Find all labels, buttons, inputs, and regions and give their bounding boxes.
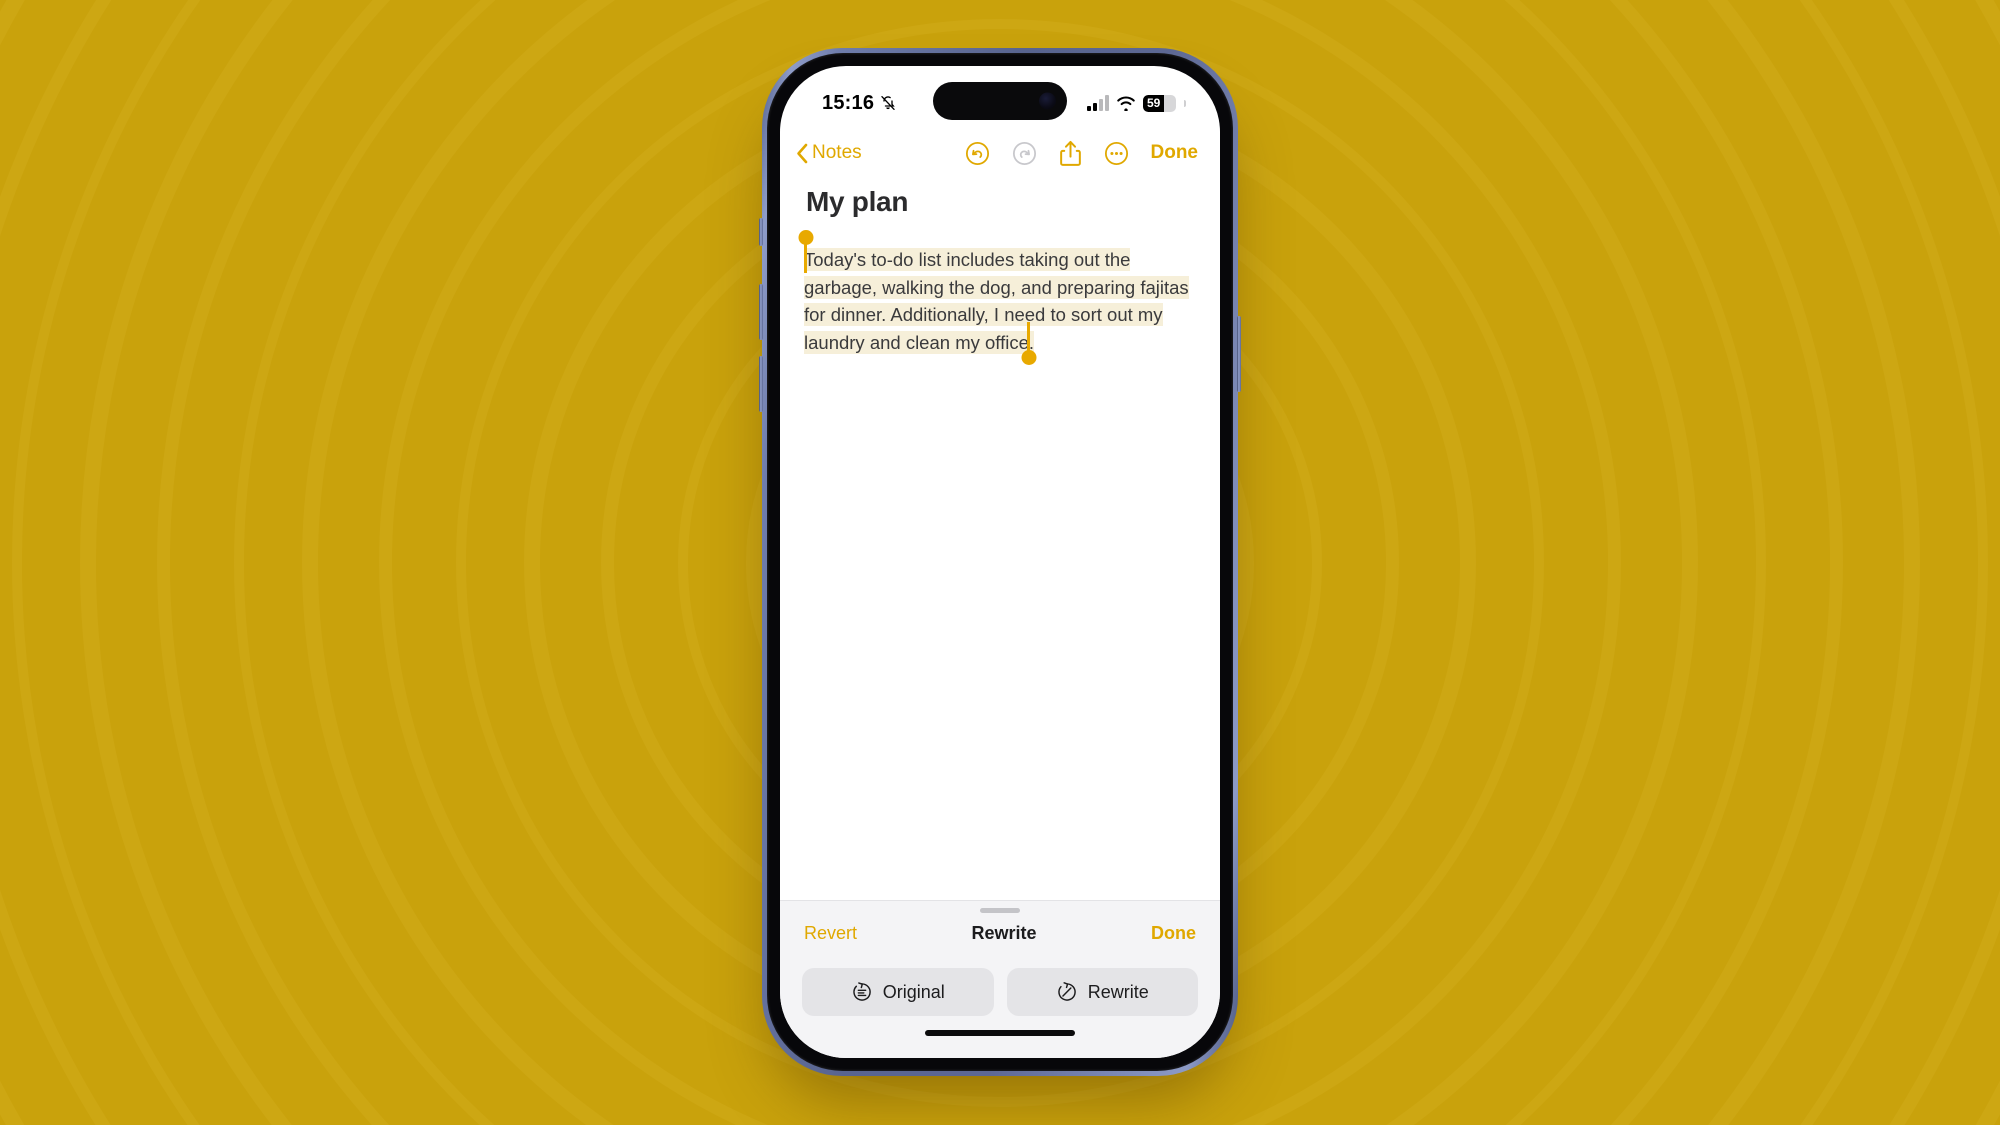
battery-icon: 59 — [1143, 94, 1176, 112]
sheet-done-button[interactable]: Done — [1151, 923, 1196, 944]
sheet-action-buttons: Original Rewrite — [780, 948, 1220, 1022]
revert-button[interactable]: Revert — [804, 923, 857, 944]
battery-cap — [1184, 99, 1186, 107]
selection-start-handle[interactable] — [798, 230, 813, 273]
original-button-label: Original — [882, 981, 945, 1002]
status-bar-left: 15:16 — [822, 80, 896, 115]
note-body-wrapper: Today's to-do list includes taking out t… — [798, 230, 1196, 365]
bell-slash-icon — [881, 96, 895, 110]
share-icon[interactable] — [1059, 140, 1082, 167]
power-button[interactable] — [1237, 316, 1241, 392]
redo-circle-icon[interactable] — [1012, 141, 1037, 166]
original-button[interactable]: Original — [802, 968, 994, 1016]
rewrite-button[interactable]: Rewrite — [1006, 968, 1198, 1016]
cellular-signal-icon — [1087, 95, 1109, 111]
note-title: My plan — [806, 186, 909, 217]
rewrite-sheet: Revert Rewrite Done Original Rewrite — [780, 900, 1220, 1058]
chevron-left-icon — [797, 143, 808, 163]
front-camera-icon — [1039, 92, 1056, 110]
battery-level-label: 59 — [1147, 96, 1161, 110]
toolbar-actions: Done — [965, 140, 1199, 167]
status-time: 15:16 — [822, 91, 875, 114]
note-body-text[interactable]: Today's to-do list includes taking out t… — [804, 248, 1189, 354]
rewrite-circle-icon — [1058, 982, 1076, 1001]
phone-screen: 15:16 59 Notes Done My plan Today's to-d… — [780, 66, 1220, 1058]
undo-circle-icon[interactable] — [965, 141, 990, 166]
volume-down-button[interactable] — [759, 356, 763, 412]
device-bezel: 15:16 59 Notes Done My plan Today's to-d… — [767, 53, 1233, 1071]
phone-device: 15:16 59 Notes Done My plan Today's to-d… — [759, 48, 1241, 1076]
home-indicator[interactable] — [925, 1030, 1075, 1036]
selection-start-knob[interactable] — [798, 230, 813, 245]
screenshot-canvas: 15:16 59 Notes Done My plan Today's to-d… — [0, 0, 2000, 1125]
silent-switch[interactable] — [759, 218, 763, 246]
status-bar-right: 59 — [1087, 83, 1186, 112]
navigation-bar: Notes Done — [780, 128, 1220, 178]
wifi-icon — [1117, 96, 1135, 111]
volume-up-button[interactable] — [759, 284, 763, 340]
selection-end-handle[interactable] — [1021, 322, 1036, 365]
rewrite-button-label: Rewrite — [1087, 981, 1149, 1002]
back-to-notes-button[interactable]: Notes — [796, 142, 862, 164]
done-button[interactable]: Done — [1151, 142, 1199, 164]
original-text-circle-icon — [853, 982, 871, 1001]
selection-end-knob[interactable] — [1021, 350, 1036, 365]
sheet-title: Rewrite — [971, 923, 1037, 943]
note-content-area[interactable]: My plan Today's to-do list includes taki… — [780, 178, 1220, 900]
ellipsis-circle-icon[interactable] — [1104, 141, 1129, 166]
dynamic-island — [933, 82, 1067, 120]
status-bar: 15:16 59 — [780, 66, 1220, 128]
back-label: Notes — [812, 142, 862, 163]
sheet-header: Revert Rewrite Done — [780, 913, 1220, 948]
